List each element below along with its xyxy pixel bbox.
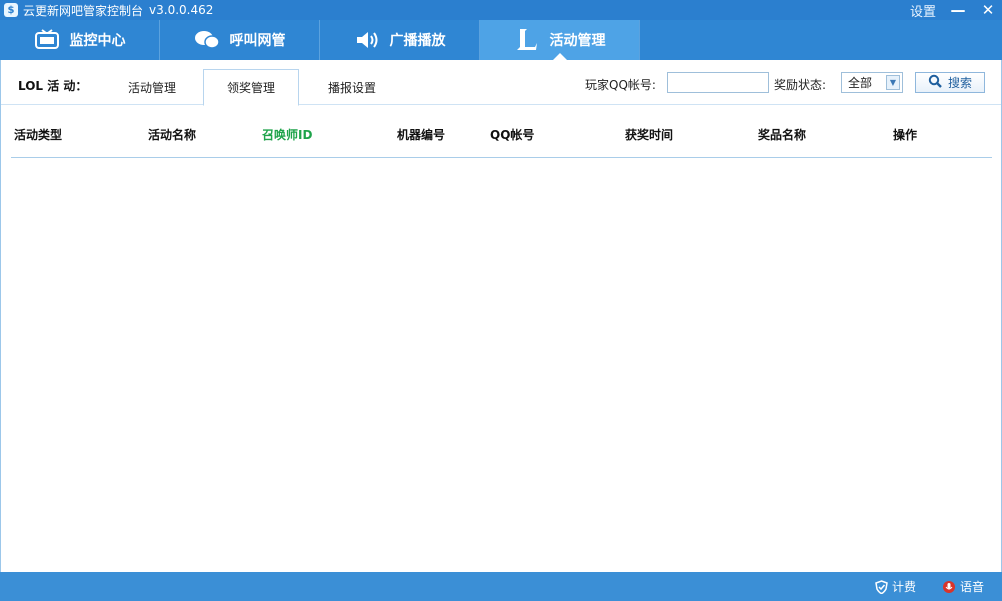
search-icon [928, 74, 942, 91]
filter-toolbar: LOL 活 动： 活动管理 领奖管理 播报设置 玩家QQ帐号: 奖励状态: 全部… [1, 60, 1001, 106]
search-button[interactable]: 搜索 [915, 72, 985, 93]
voice-button[interactable]: 语音 [942, 578, 984, 595]
column-header-activity-name[interactable]: 活动名称 [148, 126, 196, 143]
title-bar: $ 云更新网吧管家控制台 v3.0.0.462 设置 — ✕ [0, 0, 1002, 20]
lol-logo-icon [514, 28, 540, 52]
subtab-prize-management[interactable]: 领奖管理 [203, 69, 299, 106]
tab-label: 监控中心 [69, 33, 126, 49]
nav-filler [640, 20, 1002, 60]
shield-icon [874, 579, 888, 594]
speaker-icon [354, 28, 380, 52]
column-header-summoner-id[interactable]: 召唤师ID [262, 126, 312, 143]
title-bar-controls: 设置 — ✕ [910, 0, 996, 20]
tab-broadcast[interactable]: 广播播放 [320, 20, 480, 60]
app-logo-icon: $ [4, 3, 18, 17]
chevron-down-icon: ▼ [886, 75, 900, 90]
subtab-broadcast-settings[interactable]: 播报设置 [304, 69, 400, 106]
tab-call-admin[interactable]: 呼叫网管 [160, 20, 320, 60]
reward-status-label: 奖励状态: [774, 78, 827, 92]
column-header-qq-account[interactable]: QQ帐号 [490, 126, 534, 143]
voice-icon [942, 580, 956, 594]
subtab-activity-management[interactable]: 活动管理 [104, 69, 200, 106]
chat-bubbles-icon [194, 28, 220, 52]
tv-monitor-icon [34, 28, 60, 52]
qq-account-label: 玩家QQ帐号: [585, 78, 656, 92]
column-header-activity-type[interactable]: 活动类型 [14, 126, 62, 143]
column-header-actions[interactable]: 操作 [893, 126, 917, 143]
billing-label: 计费 [892, 580, 917, 594]
section-label: LOL 活 动： [18, 79, 88, 93]
table-body [11, 159, 992, 559]
reward-status-value: 全部 [848, 76, 873, 90]
tab-label: 呼叫网管 [229, 33, 286, 49]
tab-activity-management[interactable]: 活动管理 [480, 20, 640, 60]
column-header-award-time[interactable]: 获奖时间 [625, 126, 673, 143]
column-header-prize-name[interactable]: 奖品名称 [758, 126, 806, 143]
app-version: v3.0.0.462 [149, 3, 214, 17]
table-header: 活动类型 活动名称 召唤师ID 机器编号 QQ帐号 获奖时间 奖品名称 操作 [11, 122, 992, 158]
app-title: 云更新网吧管家控制台 [23, 3, 144, 18]
tab-label: 广播播放 [389, 33, 446, 49]
status-bar: 计费 语音 [0, 572, 1002, 601]
voice-label: 语音 [960, 580, 985, 594]
settings-link[interactable]: 设置 [910, 1, 936, 20]
close-button[interactable]: ✕ [980, 0, 996, 20]
search-button-label: 搜索 [947, 76, 972, 90]
content-panel: LOL 活 动： 活动管理 领奖管理 播报设置 玩家QQ帐号: 奖励状态: 全部… [0, 60, 1002, 572]
minimize-button[interactable]: — [950, 0, 966, 20]
qq-account-input[interactable] [667, 72, 769, 93]
reward-status-select[interactable]: 全部 ▼ [841, 72, 903, 93]
tab-label: 活动管理 [549, 33, 606, 49]
billing-button[interactable]: 计费 [874, 578, 916, 595]
main-nav: 监控中心 呼叫网管 广播播放 活动管理 [0, 20, 1002, 60]
tab-monitor-center[interactable]: 监控中心 [0, 20, 160, 60]
column-header-machine-number[interactable]: 机器编号 [397, 126, 445, 143]
